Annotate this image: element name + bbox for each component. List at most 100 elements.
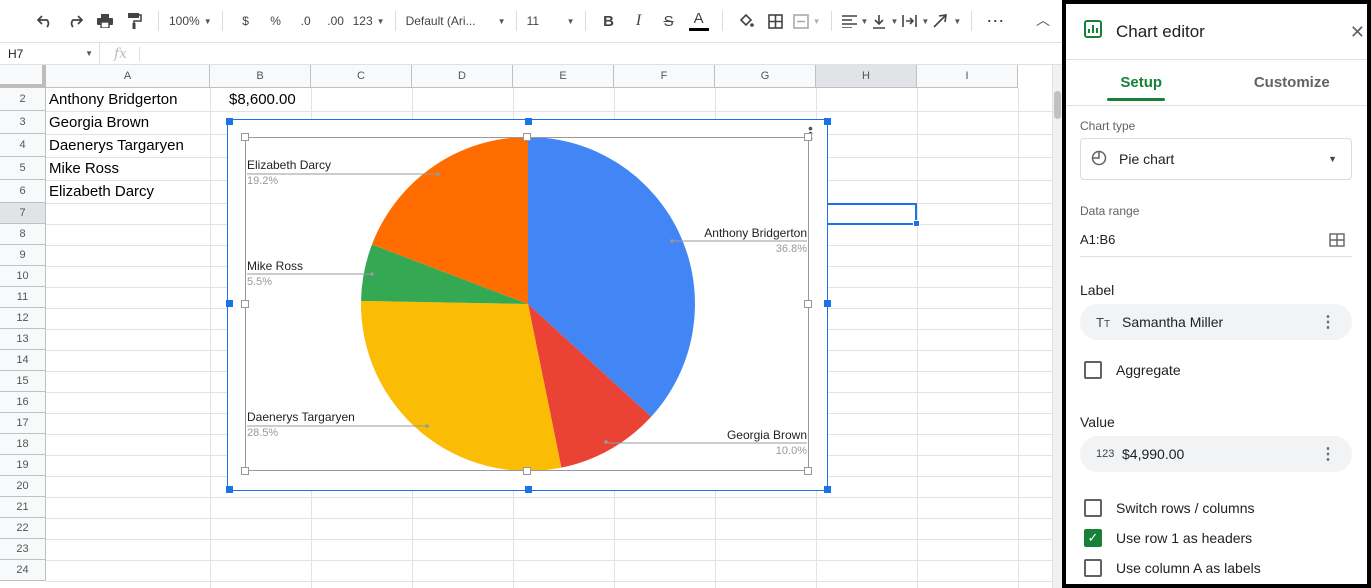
cell-a6[interactable]: Elizabeth Darcy: [49, 180, 154, 203]
paint-format-icon[interactable]: [122, 7, 148, 35]
resize-handle[interactable]: [226, 118, 233, 125]
pie-slice-daenerys-targaryen[interactable]: [361, 300, 562, 472]
close-icon[interactable]: ✕: [1350, 22, 1365, 43]
collapse-menu-icon[interactable]: ︿: [1036, 10, 1050, 30]
resize-handle[interactable]: [226, 486, 233, 493]
row-header-20[interactable]: 20: [0, 476, 46, 497]
bold-button[interactable]: B: [596, 7, 622, 35]
undo-icon[interactable]: [32, 7, 58, 35]
pie-chart-object[interactable]: Anthony Bridgerton 36.8% Georgia Brown 10.0…: [227, 119, 828, 491]
column-header-b[interactable]: B: [210, 65, 311, 88]
strikethrough-button[interactable]: S: [656, 7, 682, 35]
percent-button[interactable]: %: [263, 7, 289, 35]
resize-handle[interactable]: [226, 300, 233, 307]
plot-area-handle[interactable]: [241, 300, 249, 308]
resize-handle[interactable]: [824, 486, 831, 493]
cell-a5[interactable]: Mike Ross: [49, 157, 119, 180]
row-header-12[interactable]: 12: [0, 308, 46, 329]
column-header-f[interactable]: F: [614, 65, 715, 88]
more-vert-icon[interactable]: ⋮: [1320, 444, 1336, 464]
row-header-23[interactable]: 23: [0, 539, 46, 560]
font-size-select[interactable]: 11 ▼: [527, 7, 575, 35]
row-header-19[interactable]: 19: [0, 455, 46, 476]
row-header-11[interactable]: 11: [0, 287, 46, 308]
cell-selection-h7[interactable]: [817, 203, 917, 225]
plot-area-handle[interactable]: [804, 467, 812, 475]
data-range-input[interactable]: A1:B6: [1080, 232, 1115, 247]
column-header-e[interactable]: E: [513, 65, 614, 88]
use-columnA-labels-checkbox[interactable]: Use column A as labels: [1084, 559, 1261, 577]
row-header-8[interactable]: 8: [0, 224, 46, 245]
vertical-scrollbar[interactable]: [1052, 65, 1062, 588]
row-header-5[interactable]: 5: [0, 157, 46, 180]
text-wrap-icon[interactable]: ▼: [902, 7, 929, 35]
resize-handle[interactable]: [525, 486, 532, 493]
column-header-a[interactable]: A: [46, 65, 210, 88]
row-header-14[interactable]: 14: [0, 350, 46, 371]
resize-handle[interactable]: [824, 118, 831, 125]
row-header-17[interactable]: 17: [0, 413, 46, 434]
vertical-align-icon[interactable]: ▼: [872, 7, 898, 35]
row-header-15[interactable]: 15: [0, 371, 46, 392]
italic-button[interactable]: I: [626, 7, 652, 35]
column-header-d[interactable]: D: [412, 65, 513, 88]
print-icon[interactable]: [92, 7, 118, 35]
cell-a2[interactable]: Anthony Bridgerton: [49, 88, 177, 111]
align-left-icon[interactable]: ▼: [841, 7, 868, 35]
column-header-c[interactable]: C: [311, 65, 412, 88]
scrollbar-thumb[interactable]: [1054, 91, 1061, 119]
row-header-3[interactable]: 3: [0, 111, 46, 134]
use-row1-headers-checkbox[interactable]: ✓ Use row 1 as headers: [1084, 529, 1252, 547]
grid-select-icon[interactable]: [1329, 233, 1345, 252]
more-formats-button[interactable]: 123 ▼: [353, 7, 385, 35]
row-header-10[interactable]: 10: [0, 266, 46, 287]
borders-icon[interactable]: [763, 7, 789, 35]
currency-button[interactable]: $: [233, 7, 259, 35]
plot-area-handle[interactable]: [804, 133, 812, 141]
resize-handle[interactable]: [824, 300, 831, 307]
more-vert-icon[interactable]: ⋮: [1320, 312, 1336, 332]
text-color-button[interactable]: A: [686, 7, 712, 35]
column-header-g[interactable]: G: [715, 65, 816, 88]
cell-a3[interactable]: Georgia Brown: [49, 111, 149, 134]
column-header-h[interactable]: H: [816, 65, 917, 88]
plot-area-handle[interactable]: [523, 133, 531, 141]
cell-b2[interactable]: $8,600.00: [229, 88, 296, 111]
switch-rows-columns-checkbox[interactable]: Switch rows / columns: [1084, 499, 1254, 517]
row-header-13[interactable]: 13: [0, 329, 46, 350]
aggregate-checkbox[interactable]: Aggregate: [1084, 361, 1181, 379]
merge-cells-icon[interactable]: ▼: [792, 7, 821, 35]
column-header-i[interactable]: I: [917, 65, 1018, 88]
label-chip[interactable]: TT Samantha Miller ⋮: [1080, 304, 1352, 340]
row-header-2[interactable]: 2: [0, 88, 46, 111]
row-header-7[interactable]: 7: [0, 203, 46, 224]
name-box[interactable]: H7 ▼: [0, 43, 100, 64]
row-header-24[interactable]: 24: [0, 560, 46, 581]
row-header-4[interactable]: 4: [0, 134, 46, 157]
redo-icon[interactable]: [62, 7, 88, 35]
plot-area-handle[interactable]: [523, 467, 531, 475]
increase-decimal-button[interactable]: .00: [323, 7, 349, 35]
fill-handle[interactable]: [913, 220, 920, 227]
fill-color-icon[interactable]: [733, 7, 759, 35]
plot-area-handle[interactable]: [241, 133, 249, 141]
row-header-9[interactable]: 9: [0, 245, 46, 266]
row-header-16[interactable]: 16: [0, 392, 46, 413]
chart-type-dropdown[interactable]: Pie chart ▼: [1080, 138, 1352, 180]
resize-handle[interactable]: [525, 118, 532, 125]
row-header-18[interactable]: 18: [0, 434, 46, 455]
select-all-corner[interactable]: [0, 65, 46, 88]
plot-area-handle[interactable]: [241, 467, 249, 475]
plot-area-handle[interactable]: [804, 300, 812, 308]
tab-customize[interactable]: Customize: [1217, 60, 1368, 105]
text-rotation-icon[interactable]: ▼: [933, 7, 961, 35]
cell-a4[interactable]: Daenerys Targaryen: [49, 134, 184, 157]
row-header-6[interactable]: 6: [0, 180, 46, 203]
row-header-21[interactable]: 21: [0, 497, 46, 518]
row-header-22[interactable]: 22: [0, 518, 46, 539]
value-chip[interactable]: 123 $4,990.00 ⋮: [1080, 436, 1352, 472]
font-select[interactable]: Default (Ari... ▼: [406, 7, 506, 35]
decrease-decimal-button[interactable]: .0: [293, 7, 319, 35]
more-options-button[interactable]: ⋯: [982, 7, 1008, 35]
zoom-select[interactable]: 100% ▼: [169, 7, 212, 35]
